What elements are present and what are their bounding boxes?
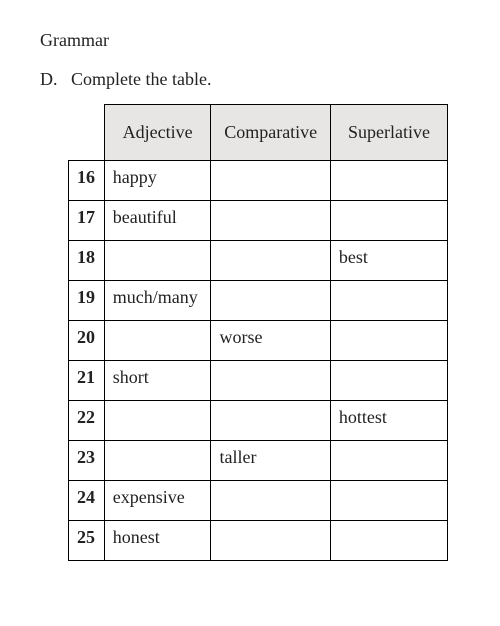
cell-superlative: hottest xyxy=(330,401,447,441)
cell-comparative xyxy=(211,401,330,441)
row-number: 22 xyxy=(69,401,105,441)
cell-adjective xyxy=(104,441,211,481)
header-comparative: Comparative xyxy=(211,105,330,161)
cell-adjective: short xyxy=(104,361,211,401)
cell-comparative xyxy=(211,281,330,321)
row-number: 17 xyxy=(69,201,105,241)
cell-adjective: honest xyxy=(104,521,211,561)
row-number: 25 xyxy=(69,521,105,561)
row-number: 24 xyxy=(69,481,105,521)
cell-adjective xyxy=(104,321,211,361)
cell-adjective xyxy=(104,241,211,281)
row-number: 18 xyxy=(69,241,105,281)
section-title: Grammar xyxy=(40,30,460,51)
table-row: 23 taller xyxy=(69,441,448,481)
row-number: 19 xyxy=(69,281,105,321)
cell-superlative xyxy=(330,201,447,241)
table-row: 18 best xyxy=(69,241,448,281)
row-number: 23 xyxy=(69,441,105,481)
table-row: 16happy xyxy=(69,161,448,201)
instruction-line: D. Complete the table. xyxy=(40,69,460,90)
cell-superlative xyxy=(330,481,447,521)
table-row: 19much/many xyxy=(69,281,448,321)
instruction-text: Complete the table. xyxy=(71,69,211,89)
row-number: 21 xyxy=(69,361,105,401)
cell-comparative xyxy=(211,521,330,561)
cell-comparative xyxy=(211,361,330,401)
cell-comparative xyxy=(211,241,330,281)
table-header-row: Adjective Comparative Superlative xyxy=(69,105,448,161)
cell-comparative: taller xyxy=(211,441,330,481)
table-row: 17beautiful xyxy=(69,201,448,241)
cell-superlative xyxy=(330,161,447,201)
header-blank xyxy=(69,105,105,161)
cell-comparative xyxy=(211,161,330,201)
cell-superlative: best xyxy=(330,241,447,281)
table-row: 25honest xyxy=(69,521,448,561)
instruction-label: D. xyxy=(40,69,58,89)
cell-superlative xyxy=(330,361,447,401)
row-number: 16 xyxy=(69,161,105,201)
cell-adjective: happy xyxy=(104,161,211,201)
header-superlative: Superlative xyxy=(330,105,447,161)
cell-comparative xyxy=(211,481,330,521)
cell-adjective: expensive xyxy=(104,481,211,521)
table-row: 20 worse xyxy=(69,321,448,361)
cell-comparative xyxy=(211,201,330,241)
grammar-table: Adjective Comparative Superlative 16happ… xyxy=(68,104,448,561)
table-row: 21short xyxy=(69,361,448,401)
header-adjective: Adjective xyxy=(104,105,211,161)
cell-superlative xyxy=(330,441,447,481)
cell-superlative xyxy=(330,281,447,321)
cell-adjective: much/many xyxy=(104,281,211,321)
cell-superlative xyxy=(330,321,447,361)
table-row: 22 hottest xyxy=(69,401,448,441)
cell-adjective: beautiful xyxy=(104,201,211,241)
cell-comparative: worse xyxy=(211,321,330,361)
row-number: 20 xyxy=(69,321,105,361)
table-row: 24expensive xyxy=(69,481,448,521)
cell-superlative xyxy=(330,521,447,561)
cell-adjective xyxy=(104,401,211,441)
